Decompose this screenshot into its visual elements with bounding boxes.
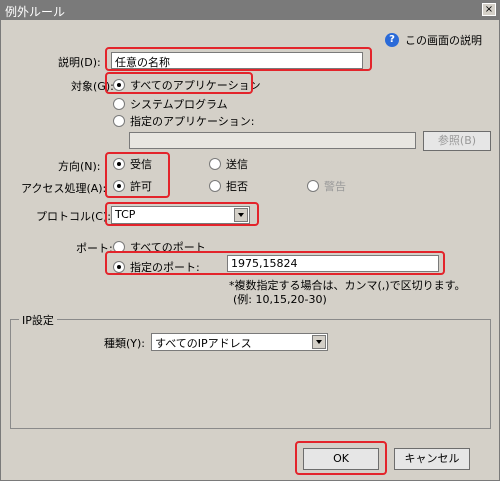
close-button[interactable]: ×	[482, 3, 496, 16]
direction-outbound-label: 送信	[226, 158, 248, 171]
access-deny-label: 拒否	[226, 180, 248, 193]
ip-settings-label: IP設定	[19, 312, 57, 328]
radio-unselected	[307, 180, 319, 192]
port-example: (例: 10,15,20-30)	[233, 293, 327, 306]
ip-type-select[interactable]: すべてのIPアドレス	[151, 333, 328, 351]
access-deny-radio[interactable]: 拒否	[209, 178, 248, 194]
highlight-ok	[295, 441, 387, 475]
help-link[interactable]: ? この画面の説明	[385, 32, 482, 48]
browse-button[interactable]: 参照(B)	[423, 131, 491, 151]
app-path-input[interactable]	[129, 132, 416, 149]
help-label: この画面の説明	[405, 34, 482, 47]
target-system-radio[interactable]: システムプログラム	[113, 96, 228, 112]
chevron-down-icon	[312, 335, 326, 349]
highlight-target	[105, 72, 253, 94]
highlight-protocol	[105, 202, 259, 226]
direction-outbound-radio[interactable]: 送信	[209, 156, 248, 172]
radio-unselected	[209, 180, 221, 192]
exception-rule-dialog: 例外ルール × ? この画面の説明 説明(D): 任意の名称 対象(G): すべて…	[0, 0, 500, 481]
access-warn-radio[interactable]: 警告	[307, 178, 346, 194]
access-label: アクセス処理(A):	[21, 182, 107, 195]
protocol-label: プロトコル(C):	[36, 210, 111, 223]
radio-unselected	[113, 115, 125, 127]
radio-unselected	[209, 158, 221, 170]
ip-type-value: すべてのIPアドレス	[155, 337, 252, 350]
target-specific-label: 指定のアプリケーション:	[130, 115, 255, 128]
radio-unselected	[113, 98, 125, 110]
ip-type-label: 種類(Y):	[104, 337, 146, 350]
window-title: 例外ルール	[5, 5, 66, 19]
direction-label: 方向(N):	[58, 160, 101, 173]
highlight-port	[105, 251, 445, 275]
highlight-direction-access	[105, 152, 170, 198]
title-bar: 例外ルール ×	[1, 1, 499, 20]
access-warn-label: 警告	[324, 180, 346, 193]
target-system-label: システムプログラム	[130, 98, 228, 111]
cancel-button[interactable]: キャンセル	[394, 448, 470, 470]
description-label: 説明(D):	[58, 56, 101, 69]
highlight-description	[105, 47, 372, 71]
target-specific-radio[interactable]: 指定のアプリケーション:	[113, 113, 255, 129]
help-icon: ?	[385, 33, 399, 47]
